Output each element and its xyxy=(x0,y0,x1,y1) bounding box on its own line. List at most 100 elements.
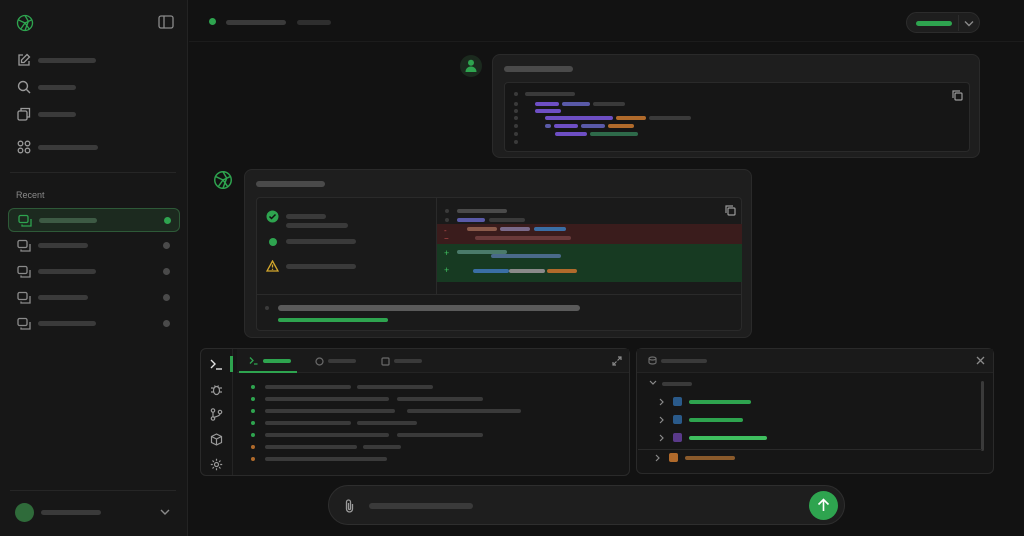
assistant-avatar xyxy=(212,169,234,191)
diff-added-lines: + + xyxy=(437,244,742,282)
git-branch-icon[interactable] xyxy=(210,408,223,421)
openai-logo-icon[interactable] xyxy=(15,13,35,33)
tree-item[interactable] xyxy=(655,451,975,465)
window-icon xyxy=(381,357,390,366)
chat-history-item[interactable] xyxy=(8,234,180,258)
check-circle-icon xyxy=(266,210,279,223)
chat-bubble-icon xyxy=(17,265,31,279)
tab-label xyxy=(263,359,291,363)
tree-item[interactable] xyxy=(659,431,979,445)
chevron-right-icon xyxy=(659,398,665,406)
user-message xyxy=(492,54,980,158)
tree-root-label xyxy=(662,382,692,386)
chat-bubble-icon xyxy=(18,214,32,228)
chevron-right-icon xyxy=(659,416,665,424)
chat-history-item[interactable] xyxy=(8,312,180,336)
file-type-badge xyxy=(669,453,678,462)
user-menu-button[interactable] xyxy=(10,500,178,526)
apps-button[interactable] xyxy=(8,137,180,157)
tab-output[interactable] xyxy=(307,349,365,373)
status-dot xyxy=(164,217,171,224)
tree-item-label xyxy=(685,456,735,460)
sidebar-divider xyxy=(10,490,176,491)
status-dot xyxy=(269,238,277,246)
status-dot xyxy=(209,18,216,25)
conversation-title xyxy=(226,20,286,25)
terminal-icon[interactable] xyxy=(210,358,223,370)
warning-icon xyxy=(266,260,279,272)
new-chat-button[interactable] xyxy=(8,50,180,70)
package-icon[interactable] xyxy=(210,433,223,446)
divider xyxy=(638,449,982,450)
chat-history-item[interactable] xyxy=(8,260,180,284)
code-block xyxy=(504,82,970,152)
library-button[interactable] xyxy=(8,104,180,124)
user-avatar xyxy=(460,55,482,77)
new-chat-label xyxy=(38,58,96,63)
status-dot xyxy=(163,268,170,275)
divider xyxy=(257,294,742,295)
result-card: - − + + xyxy=(256,197,742,331)
tree-item[interactable] xyxy=(659,395,979,409)
summary-text xyxy=(278,305,580,311)
paperclip-icon[interactable] xyxy=(344,498,355,513)
check-item-title xyxy=(286,214,326,219)
chevron-down-icon xyxy=(160,508,170,516)
assistant-message: - − + + xyxy=(244,169,752,338)
panel-title xyxy=(661,359,707,363)
tab-bar xyxy=(237,349,629,373)
terminal-output xyxy=(237,375,629,475)
chat-history-item[interactable] xyxy=(8,286,180,310)
diff-removed-lines: - − xyxy=(437,224,742,244)
edit-icon xyxy=(17,53,31,67)
tab-label xyxy=(328,359,356,363)
maximize-icon[interactable] xyxy=(612,356,622,366)
chat-title xyxy=(38,295,88,300)
chevron-right-icon xyxy=(659,434,665,442)
recent-heading: Recent xyxy=(16,190,45,200)
chevron-down-icon[interactable] xyxy=(649,380,657,386)
status-dot xyxy=(163,242,170,249)
active-indicator xyxy=(230,356,233,372)
chat-bubble-icon xyxy=(315,357,324,366)
scrollbar[interactable] xyxy=(981,381,984,451)
conversation-subtitle xyxy=(297,20,331,25)
explorer-panel xyxy=(636,348,994,474)
gear-icon[interactable] xyxy=(210,458,223,471)
user-icon xyxy=(465,59,477,72)
tab-label xyxy=(394,359,422,363)
file-type-badge xyxy=(673,397,682,406)
check-item-title xyxy=(286,239,356,244)
chat-bubble-icon xyxy=(17,239,31,253)
user-name xyxy=(41,510,101,515)
arrow-up-icon xyxy=(817,498,830,512)
model-selector[interactable] xyxy=(906,12,980,33)
divider xyxy=(958,15,959,31)
close-icon[interactable] xyxy=(976,356,985,365)
tab-problems[interactable] xyxy=(375,349,433,373)
images-icon xyxy=(17,107,31,121)
sidebar-divider xyxy=(10,172,176,173)
message-text xyxy=(256,181,325,187)
file-type-badge xyxy=(673,433,682,442)
search-chats-button[interactable] xyxy=(8,77,180,97)
message-text xyxy=(504,66,573,72)
tree-item[interactable] xyxy=(659,413,979,427)
bug-icon[interactable] xyxy=(210,383,223,396)
model-name xyxy=(916,21,952,26)
copy-icon[interactable] xyxy=(952,90,963,101)
search-icon xyxy=(17,80,31,94)
chevron-down-icon xyxy=(964,20,974,27)
status-dot xyxy=(163,294,170,301)
chevron-right-icon xyxy=(655,454,661,462)
chat-history-item[interactable] xyxy=(8,208,180,232)
send-button[interactable] xyxy=(809,491,838,520)
message-input[interactable] xyxy=(369,503,473,509)
sidebar-toggle-icon[interactable] xyxy=(158,15,174,29)
search-label xyxy=(38,85,76,90)
chat-title xyxy=(39,218,97,223)
tree-item-label xyxy=(689,436,767,440)
tab-terminal[interactable] xyxy=(239,349,297,373)
sidebar: Recent xyxy=(0,0,188,536)
copy-icon[interactable] xyxy=(725,205,736,216)
